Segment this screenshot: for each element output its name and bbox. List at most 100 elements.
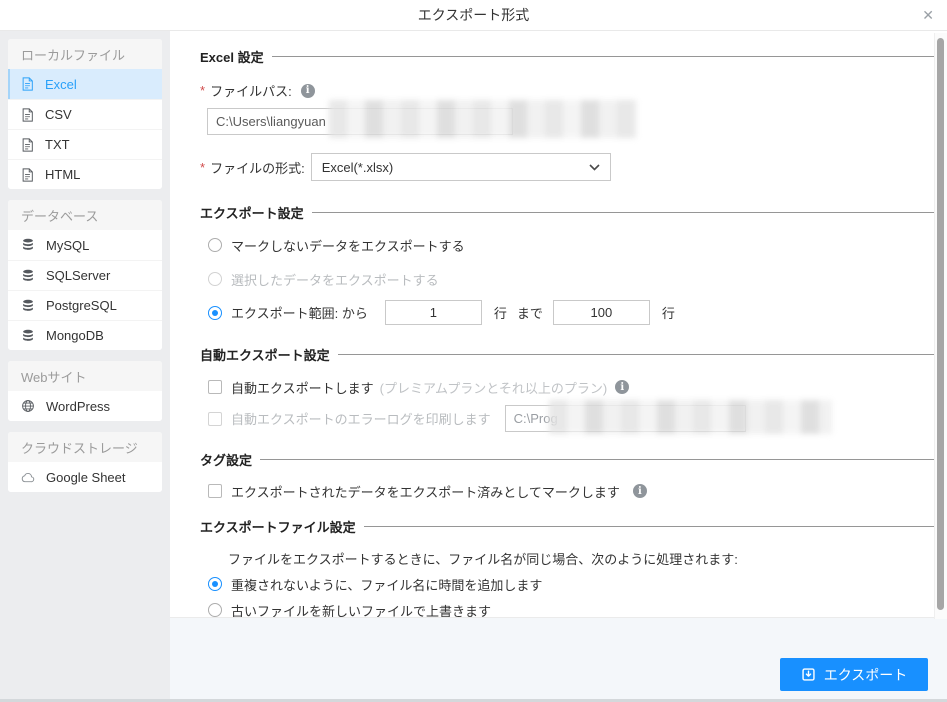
file-path-label: ファイルパス: [210,84,292,99]
option-label: 重複されないように、ファイル名に時間を追加します [231,577,543,593]
export-format-dialog: エクスポート形式 ✕ ローカルファイル Excel CSV TXT HTML デ… [0,0,947,702]
range-to-input[interactable] [552,300,650,325]
range-to-label: まで [516,306,543,321]
sidebar-item-google-sheet[interactable]: Google Sheet [8,462,162,492]
option-export-selected[interactable]: 選択したデータをエクスポートする [208,268,935,290]
option-export-unmarked[interactable]: マークしないデータをエクスポートする [208,234,935,256]
required-asterisk: * [200,159,206,175]
file-icon [21,107,34,122]
radio-checked[interactable] [208,577,222,591]
file-format-label: ファイルの形式: [210,160,305,176]
info-icon[interactable]: i [632,484,647,498]
error-log-path-input[interactable] [504,405,746,432]
file-path-label-row: * ファイルパス: i [200,81,935,100]
option-auto-export[interactable]: 自動エクスポートします (プレミアムプランとそれ以上のプラン) i [208,377,935,397]
sidebar-item-html[interactable]: HTML [8,159,162,189]
file-icon [21,167,34,182]
sidebar-group-website: Webサイト WordPress [8,361,162,421]
export-button-label: エクスポート [823,666,908,683]
option-label: エクスポートされたデータをエクスポート済みとしてマークします [231,484,620,500]
sidebar-item-mongodb[interactable]: MongoDB [8,320,162,350]
section-divider [260,459,935,460]
sidebar-group-header: クラウドストレージ [8,432,162,462]
info-icon[interactable]: i [300,83,315,98]
file-format-value: Excel(*.xlsx) [321,159,394,175]
sidebar-group-header: データベース [8,200,162,230]
sidebar-item-label: WordPress [46,398,111,414]
option-overwrite-old-file[interactable]: 古いファイルを新しいファイルで上書きます [208,601,935,617]
section-tag-settings: タグ設定 [200,450,935,469]
file-format-select[interactable]: Excel(*.xlsx) [310,153,611,181]
option-auto-export-error-log[interactable]: 自動エクスポートのエラーログを印刷します [208,400,935,434]
sidebar-item-label: CSV [45,107,72,122]
checkbox-unchecked[interactable] [208,380,222,394]
settings-panel: Excel 設定 * ファイルパス: i * ファイルの形式: Excel(*.… [170,31,947,699]
option-label: 自動エクスポートします [231,380,374,396]
radio-checked[interactable] [208,305,222,320]
sidebar-group-header: ローカルファイル [8,39,162,69]
sidebar-item-mysql[interactable]: MySQL [8,230,162,260]
section-excel-settings: Excel 設定 [200,47,935,66]
database-icon [21,329,35,343]
info-icon[interactable]: i [615,380,630,394]
sidebar-item-excel[interactable]: Excel [8,69,162,99]
checkbox-unchecked[interactable] [208,484,222,498]
file-icon [21,137,34,152]
file-format-row: * ファイルの形式: Excel(*.xlsx) [200,153,935,181]
option-label: 選択したデータをエクスポートする [231,272,439,288]
option-add-timestamp[interactable]: 重複されないように、ファイル名に時間を追加します [208,575,935,593]
option-label: マークしないデータをエクスポートする [231,238,465,254]
sidebar-group-header: Webサイト [8,361,162,391]
option-label: 自動エクスポートのエラーログを印刷します [231,412,491,427]
globe-icon [21,399,35,413]
section-auto-export-settings: 自動エクスポート設定 [200,345,935,364]
file-path-field [207,100,637,138]
checkbox-unchecked[interactable] [208,411,222,426]
error-log-path-field [504,400,832,434]
dialog-titlebar: エクスポート形式 ✕ [0,0,947,31]
sidebar-item-postgresql[interactable]: PostgreSQL [8,290,162,320]
option-mark-exported[interactable]: エクスポートされたデータをエクスポート済みとしてマークします i [208,481,935,501]
plan-note: (プレミアムプランとそれ以上のプラン) [379,380,608,396]
sidebar-item-wordpress[interactable]: WordPress [8,391,162,421]
close-icon[interactable]: ✕ [922,0,934,30]
database-icon [21,238,35,252]
option-label: 古いファイルを新しいファイルで上書きます [231,603,492,618]
section-divider [337,354,935,355]
sidebar-item-txt[interactable]: TXT [8,129,162,159]
file-path-input[interactable] [207,108,513,135]
section-divider [271,56,935,57]
sidebar-item-csv[interactable]: CSV [8,99,162,129]
export-target-sidebar: ローカルファイル Excel CSV TXT HTML データベース MySQL… [0,31,170,699]
radio-unchecked[interactable] [208,272,222,286]
section-divider [363,526,935,527]
export-icon [801,667,816,682]
section-title: エクスポート設定 [200,206,304,221]
radio-unchecked[interactable] [208,603,222,617]
required-asterisk: * [200,83,206,98]
settings-scroll-area: Excel 設定 * ファイルパス: i * ファイルの形式: Excel(*.… [170,31,947,617]
radio-unchecked[interactable] [208,238,222,252]
range-from-input[interactable] [384,300,482,325]
option-export-range[interactable]: エクスポート範囲: から 行 まで 行 [208,300,935,325]
sidebar-group-database: データベース MySQL SQLServer PostgreSQL MongoD… [8,200,162,350]
scrollbar-thumb[interactable] [937,38,944,610]
sidebar-group-local-files: ローカルファイル Excel CSV TXT HTML [8,39,162,189]
section-divider [311,212,935,213]
scrollbar-track[interactable] [934,33,947,619]
cloud-icon [21,472,35,483]
sidebar-item-sqlserver[interactable]: SQLServer [8,260,162,290]
sidebar-item-label: TXT [45,137,70,152]
section-title: タグ設定 [200,453,253,468]
rows-unit-label: 行 [493,306,507,321]
dialog-title: エクスポート形式 [417,7,530,23]
sidebar-item-label: MongoDB [46,328,104,343]
sidebar-item-label: Excel [45,76,77,92]
export-button[interactable]: エクスポート [780,658,928,691]
section-title: エクスポートファイル設定 [200,520,356,535]
section-title: 自動エクスポート設定 [200,348,330,363]
sidebar-group-cloud-storage: クラウドストレージ Google Sheet [8,432,162,492]
sidebar-item-label: SQLServer [46,268,111,283]
rows-unit-label: 行 [661,306,675,321]
section-title: Excel 設定 [200,50,264,65]
